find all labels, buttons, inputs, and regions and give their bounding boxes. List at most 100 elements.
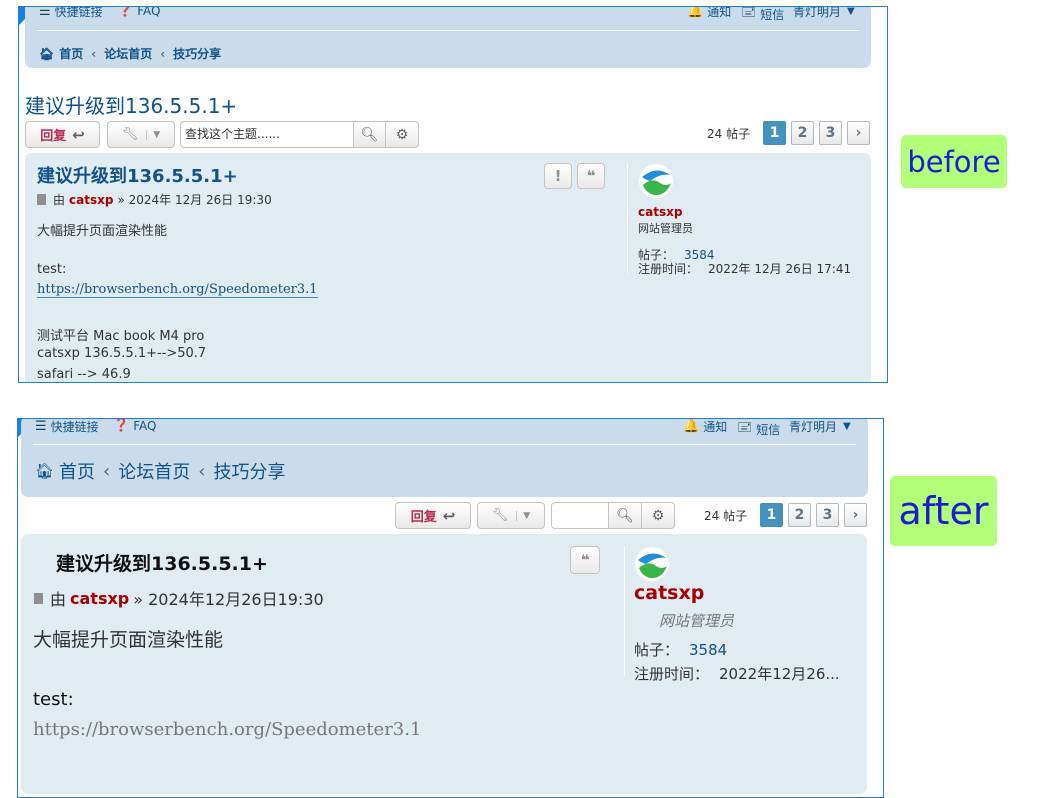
post-text-line: 大幅提升页面渲染性能 xyxy=(37,224,168,239)
page-1-button[interactable]: 1 xyxy=(760,503,783,527)
before-label: before xyxy=(901,135,1007,188)
benchmark-link[interactable]: https://browserbench.org/Speedometer3.1 xyxy=(33,719,421,740)
username-label: 青灯明月 xyxy=(793,6,842,19)
post-result-line: safari --> 46.9 xyxy=(37,367,131,382)
post-profile: catsxp 网站管理员 帖子： 3584 注册时间： 2022年 12月 26日 … xyxy=(627,163,867,276)
file-icon xyxy=(37,194,46,205)
breadcrumb-home[interactable]: 首页 xyxy=(59,458,95,484)
hamburger-icon: ☰ xyxy=(35,419,47,434)
post-title[interactable]: 建议升级到136.5.5.1+ xyxy=(56,549,268,576)
search-icon: 🔍︎ xyxy=(616,507,634,524)
inbox-icon: 🖃 xyxy=(737,420,753,435)
posts-count[interactable]: 3584 xyxy=(689,641,727,659)
by-label: 由 xyxy=(50,590,67,609)
hamburger-icon: ☰ xyxy=(39,6,51,19)
caret-down-icon: ▼ xyxy=(843,421,851,432)
avatar[interactable] xyxy=(638,163,674,199)
reply-label: 回复 xyxy=(410,510,437,525)
breadcrumb-home[interactable]: 首页 xyxy=(59,45,83,62)
breadcrumb-forum-index[interactable]: 论坛首页 xyxy=(118,458,190,484)
post-text-line: 大幅提升页面渲染性能 xyxy=(33,629,224,651)
next-page-button[interactable]: › xyxy=(844,503,867,527)
gear-icon: ⚙ xyxy=(395,126,409,143)
breadcrumb-forum-index[interactable]: 论坛首页 xyxy=(104,45,152,62)
breadcrumb: 🏠︎ 首页 ‹ 论坛首页 ‹ 技巧分享 xyxy=(35,458,285,484)
post-test-label: test: xyxy=(37,262,67,277)
quote-icon: ❝ xyxy=(586,167,596,185)
breadcrumb-separator: ‹ xyxy=(91,46,97,61)
profile-username[interactable]: catsxp xyxy=(634,582,704,604)
reply-button[interactable]: 回复 ↩ xyxy=(395,502,471,529)
post-author-line: 由 catsxp » 2024年 12月 26日 19:30 xyxy=(37,191,272,208)
search-button[interactable]: 🔍︎ xyxy=(608,502,642,529)
page-2-button[interactable]: 2 xyxy=(791,121,814,145)
avatar[interactable] xyxy=(634,546,670,582)
post-profile: catsxp 网站管理员 帖子： 3584 注册时间： 2022年12月26... xyxy=(624,546,864,683)
profile-joined: 注册时间： 2022年 12月 26日 17:41 xyxy=(638,260,851,277)
faq-link[interactable]: ❓ FAQ xyxy=(117,7,160,18)
quote-button[interactable]: ❝ xyxy=(570,546,600,574)
page-3-button[interactable]: 3 xyxy=(819,121,842,145)
after-screenshot-frame: ☰ 快捷链接 ❓ FAQ 🔔 通知 🖃 短信 青灯明月 ▼ 🏠︎ 首页 ‹ 论坛… xyxy=(17,418,884,798)
notifications-link[interactable]: 🔔 通知 xyxy=(687,6,731,20)
search-button[interactable]: 🔍︎ xyxy=(353,121,386,148)
advanced-search-button[interactable]: ⚙ xyxy=(641,502,675,529)
quick-links-label: 快捷链接 xyxy=(54,6,103,19)
post-test-label: test: xyxy=(33,689,74,710)
bell-icon: 🔔 xyxy=(687,6,704,19)
post: 建议升级到136.5.5.1+ 由 catsxp » 2024年12月26日19… xyxy=(21,534,867,794)
post-count: 24 帖子 xyxy=(704,509,748,523)
joined-label: 注册时间： xyxy=(634,665,710,683)
benchmark-link[interactable]: https://browserbench.org/Speedometer3.1 xyxy=(37,282,318,298)
quote-button[interactable]: ❝ xyxy=(577,163,605,189)
before-screenshot-frame: ☰ 快捷链接 ❓ FAQ 🔔 通知 🖃 短信 青灯明月 ▼ 🏠︎ 首页 ‹ 论坛… xyxy=(18,6,888,383)
breadcrumb: 🏠︎ 首页 ‹ 论坛首页 ‹ 技巧分享 xyxy=(39,45,221,62)
messages-label: 短信 xyxy=(760,7,785,22)
caret-down-icon: ▼ xyxy=(847,6,855,17)
breadcrumb-tips[interactable]: 技巧分享 xyxy=(213,458,285,484)
post-title[interactable]: 建议升级到136.5.5.1+ xyxy=(37,162,238,188)
search-icon: 🔍︎ xyxy=(360,126,379,143)
faq-label: FAQ xyxy=(133,418,157,433)
bell-icon: 🔔 xyxy=(683,419,700,434)
profile-posts: 帖子： 3584 xyxy=(634,639,727,660)
author-link[interactable]: catsxp xyxy=(69,193,113,207)
user-menu[interactable]: 青灯明月 ▼ xyxy=(793,6,855,20)
page-1-button[interactable]: 1 xyxy=(763,121,786,145)
report-button[interactable]: ! xyxy=(544,163,572,189)
page-3-button[interactable]: 3 xyxy=(816,503,839,527)
quote-icon: ❝ xyxy=(580,551,590,569)
file-icon xyxy=(34,592,43,604)
next-page-button[interactable]: › xyxy=(847,121,870,145)
author-link[interactable]: catsxp xyxy=(70,589,129,608)
exclamation-icon: ! xyxy=(554,167,562,185)
navbar: ☰ 快捷链接 ❓ FAQ 🔔 通知 🖃 短信 青灯明月 ▼ 🏠︎ 首页 ‹ 论坛… xyxy=(25,6,871,68)
post-author-line: 由 catsxp » 2024年12月26日19:30 xyxy=(34,586,324,610)
reply-arrow-icon: ↩ xyxy=(72,125,85,144)
inbox-icon: 🖃 xyxy=(741,6,757,20)
navbar-top-row: ☰ 快捷链接 ❓ FAQ 🔔 通知 🖃 短信 青灯明月 ▼ xyxy=(21,418,868,442)
post: 建议升级到136.5.5.1+ 由 catsxp » 2024年 12月 26日… xyxy=(25,153,871,382)
reply-button[interactable]: 回复 ↩ xyxy=(25,121,100,148)
quick-links-menu[interactable]: ☰ 快捷链接 xyxy=(39,6,103,20)
topic-tools-button[interactable]: 🔧︎ ▼ xyxy=(107,121,175,148)
page-2-button[interactable]: 2 xyxy=(788,503,811,527)
user-menu[interactable]: 青灯明月 ▼ xyxy=(789,419,851,435)
faq-link[interactable]: ❓ FAQ xyxy=(113,418,157,433)
advanced-search-button[interactable]: ⚙ xyxy=(385,121,419,148)
profile-username[interactable]: catsxp xyxy=(638,205,682,219)
reply-label: 回复 xyxy=(40,129,67,144)
reply-arrow-icon: ↩ xyxy=(442,506,456,525)
topic-search-input[interactable] xyxy=(551,502,609,529)
quick-links-menu[interactable]: ☰ 快捷链接 xyxy=(35,419,99,435)
topic-search-input[interactable]: 查找这个主题...... xyxy=(180,121,354,148)
topic-title[interactable]: 建议升级到136.5.5.1+ xyxy=(25,90,237,119)
wrench-icon: 🔧︎ xyxy=(121,127,139,142)
breadcrumb-separator: ‹ xyxy=(160,46,166,61)
breadcrumb-tips[interactable]: 技巧分享 xyxy=(173,45,221,62)
messages-link[interactable]: 🖃 短信 xyxy=(737,419,780,440)
topic-tools-button[interactable]: 🔧︎ ▼ xyxy=(477,502,545,529)
notifications-link[interactable]: 🔔 通知 xyxy=(683,419,727,435)
messages-link[interactable]: 🖃 短信 xyxy=(741,6,785,25)
home-icon: 🏠︎ xyxy=(35,462,55,480)
